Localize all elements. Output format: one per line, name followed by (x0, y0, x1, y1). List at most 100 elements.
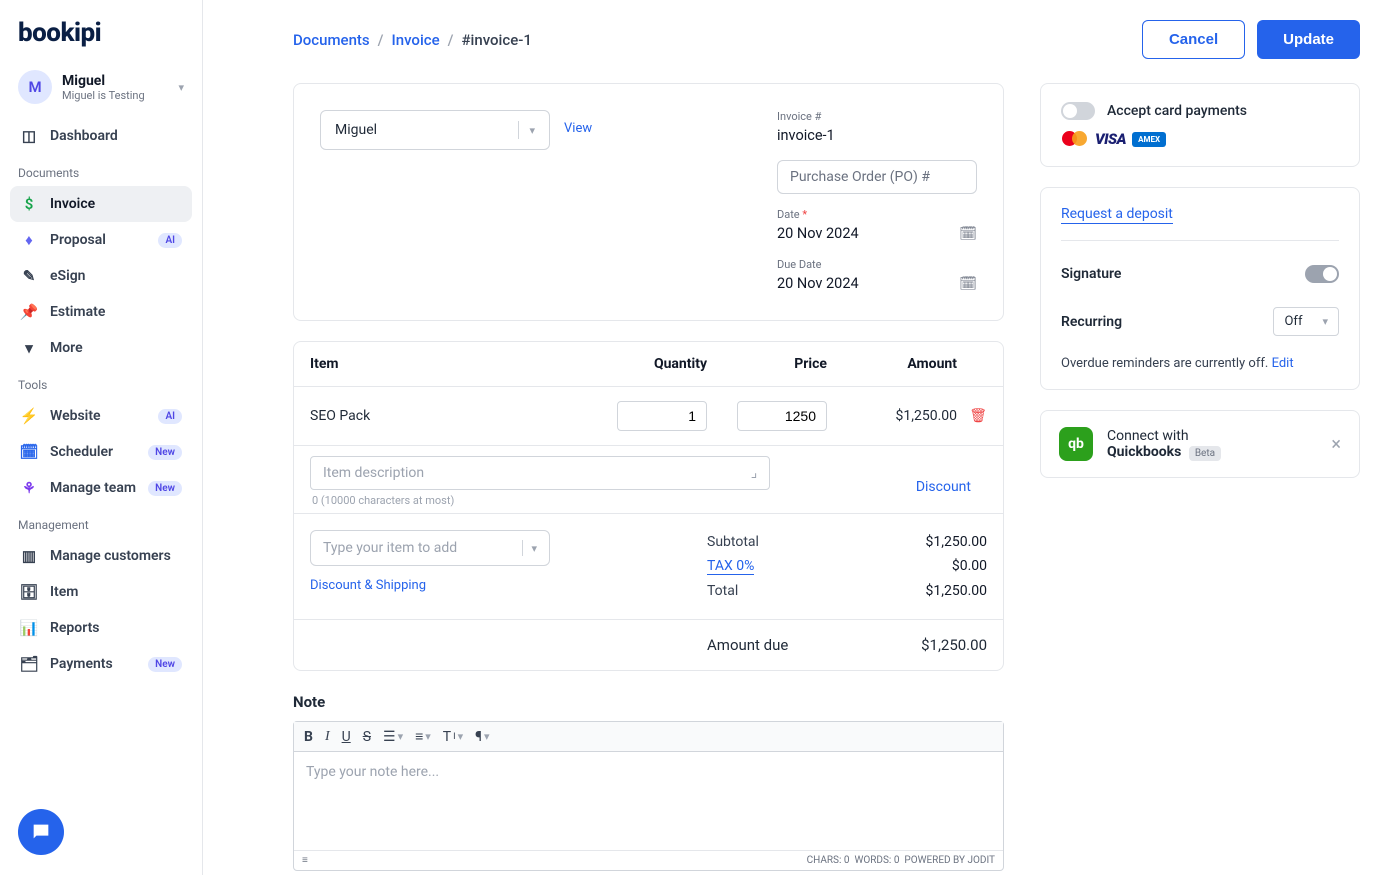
sidebar: bookipi M Miguel Miguel is Testing ▾ ◫ D… (0, 0, 203, 875)
note-editor: B I U S ☰ ▾ ≡ ▾ TI ▾ ¶ ▾ Type your note … (293, 721, 1004, 871)
nav-label: Website (50, 408, 101, 424)
chat-launcher[interactable] (18, 809, 64, 855)
italic-button[interactable]: I (325, 729, 330, 745)
edit-reminders-link[interactable]: Edit (1272, 356, 1294, 371)
calendar-icon: 🗓 (20, 443, 38, 461)
nav-label: Reports (50, 620, 100, 636)
new-badge: New (148, 481, 182, 496)
quickbooks-icon: qb (1059, 427, 1093, 461)
invoice-number[interactable]: invoice-1 (777, 125, 977, 146)
note-textarea[interactable]: Type your note here... (294, 752, 1003, 850)
recurring-select[interactable]: Off ▾ (1273, 307, 1339, 336)
nav-label: Item (50, 584, 78, 600)
ai-badge: AI (158, 233, 182, 248)
quickbooks-card: qb Connect with Quickbooks Beta × (1040, 410, 1360, 478)
date-input[interactable]: 20 Nov 2024 🗓 (777, 223, 977, 244)
settings-card: Request a deposit Signature Recurring Of… (1040, 187, 1360, 390)
nav-label: Dashboard (50, 128, 118, 144)
add-item-input[interactable]: Type your item to add ▾ (310, 530, 550, 566)
cancel-button[interactable]: Cancel (1142, 20, 1245, 59)
nav-item[interactable]: 🗄 Item (10, 574, 192, 610)
po-placeholder: Purchase Order (PO) # (790, 169, 930, 185)
paragraph-button[interactable]: ¶ ▾ (475, 729, 489, 745)
nav-proposal[interactable]: ♦ Proposal AI (10, 222, 192, 258)
nav-scheduler[interactable]: 🗓 Scheduler New (10, 434, 192, 470)
bulb-icon: ♦ (20, 231, 38, 249)
due-date-input[interactable]: 20 Nov 2024 🗓 (777, 273, 977, 294)
chevron-down-icon: ▾ (531, 542, 537, 555)
bold-button[interactable]: B (304, 729, 313, 745)
breadcrumb-documents[interactable]: Documents (293, 31, 370, 49)
chart-icon: 📊 (20, 619, 38, 637)
qb-connect-text: Connect with (1107, 428, 1317, 444)
accept-cards-label: Accept card payments (1107, 103, 1247, 119)
visa-icon: VISA (1095, 130, 1126, 148)
trash-icon: 🗑 (969, 408, 987, 424)
new-badge: New (148, 657, 182, 672)
delete-line-button[interactable]: 🗑 (957, 408, 987, 424)
amount-due-value: $1,250.00 (921, 636, 987, 654)
price-input[interactable] (737, 401, 827, 431)
signature-toggle[interactable] (1305, 265, 1339, 283)
breadcrumb: Documents / Invoice / #invoice-1 (293, 31, 532, 49)
update-button[interactable]: Update (1257, 20, 1360, 59)
nav-manage-team[interactable]: ⚘ Manage team New (10, 470, 192, 506)
nav-estimate[interactable]: 📌 Estimate (10, 294, 192, 330)
nav-payments[interactable]: 🗂 Payments New (10, 646, 192, 682)
dollar-icon: $ (20, 195, 38, 213)
underline-button[interactable]: U (342, 729, 351, 745)
topbar: Documents / Invoice / #invoice-1 Cancel … (293, 20, 1360, 59)
invoice-number-label: Invoice # (777, 110, 977, 123)
nav-reports[interactable]: 📊 Reports (10, 610, 192, 646)
editor-toolbar: B I U S ☰ ▾ ≡ ▾ TI ▾ ¶ ▾ (294, 722, 1003, 752)
item-name[interactable]: SEO Pack (310, 408, 597, 424)
resize-handle[interactable]: ≡ (302, 855, 308, 866)
view-customer-link[interactable]: View (564, 110, 592, 136)
section-tools: Tools (10, 366, 192, 398)
grid-icon: ◫ (20, 127, 38, 145)
text-size-button[interactable]: TI ▾ (443, 729, 463, 745)
nav-more[interactable]: ▾ More (10, 330, 192, 366)
nav-label: Invoice (50, 196, 95, 212)
chevron-down-icon: ▾ (20, 339, 38, 357)
nav-label: More (50, 340, 83, 356)
line-discount-link[interactable]: Discount (916, 479, 971, 495)
items-header: Item Quantity Price Amount (294, 342, 1003, 386)
resize-icon: ⌟ (751, 465, 758, 481)
discount-shipping-link[interactable]: Discount & Shipping (310, 578, 707, 593)
request-deposit-link[interactable]: Request a deposit (1061, 206, 1173, 224)
po-input[interactable]: Purchase Order (PO) # (777, 160, 977, 194)
tax-link[interactable]: TAX 0% (707, 558, 754, 575)
accept-cards-toggle[interactable] (1061, 102, 1095, 120)
nav-manage-customers[interactable]: ▥ Manage customers (10, 538, 192, 574)
subtotal-value: $1,250.00 (925, 534, 987, 550)
due-date-label: Due Date (777, 258, 977, 271)
nav-website[interactable]: ⚡ Website AI (10, 398, 192, 434)
section-management: Management (10, 506, 192, 538)
chevron-down-icon: ▾ (1322, 315, 1328, 328)
number-list-button[interactable]: ≡ ▾ (415, 728, 431, 745)
payments-card: Accept card payments VISA AMEX (1040, 83, 1360, 167)
strike-button[interactable]: S (363, 729, 371, 745)
user-menu[interactable]: M Miguel Miguel is Testing ▾ (10, 66, 192, 118)
close-qb-button[interactable]: × (1331, 434, 1341, 455)
line-amount: $1,250.00 (827, 408, 957, 424)
customer-value: Miguel (335, 122, 508, 138)
nav-label: Manage customers (50, 548, 171, 564)
chat-icon (30, 821, 52, 843)
breadcrumb-invoice[interactable]: Invoice (392, 31, 440, 49)
qty-input[interactable] (617, 401, 707, 431)
user-name: Miguel (62, 73, 168, 89)
signature-label: Signature (1061, 266, 1121, 282)
qb-name[interactable]: Quickbooks (1107, 444, 1181, 460)
customer-select[interactable]: Miguel ▾ (320, 110, 550, 150)
bullet-list-button[interactable]: ☰ ▾ (383, 729, 403, 745)
date-label: Date * (777, 208, 977, 221)
briefcase-icon: 🗄 (20, 583, 38, 601)
nav-invoice[interactable]: $ Invoice (10, 186, 192, 222)
nav-label: Proposal (50, 232, 106, 248)
recurring-label: Recurring (1061, 314, 1122, 330)
nav-dashboard[interactable]: ◫ Dashboard (10, 118, 192, 154)
item-description-input[interactable]: Item description ⌟ (310, 456, 770, 490)
nav-esign[interactable]: ✎ eSign (10, 258, 192, 294)
